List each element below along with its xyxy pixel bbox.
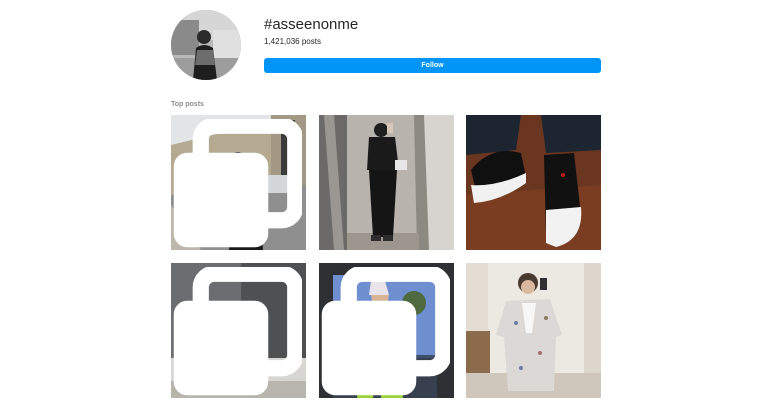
post-tile[interactable] [171, 115, 306, 250]
post-tile[interactable] [466, 115, 601, 250]
top-posts-label: Top posts [171, 101, 204, 108]
carousel-icon [321, 267, 450, 396]
post-tile[interactable] [466, 263, 601, 398]
post-image-blazer-mirror [466, 263, 601, 398]
hashtag-avatar [171, 10, 241, 80]
post-count: 1,421,036 posts [264, 37, 321, 46]
post-count-suffix: posts [301, 37, 321, 46]
follow-button[interactable]: Follow [264, 58, 601, 73]
avatar-image [171, 10, 241, 80]
post-tile[interactable] [319, 115, 454, 250]
post-count-number: 1,421,036 [264, 37, 300, 46]
post-tile[interactable] [171, 263, 306, 398]
hashtag-header: #asseenonme 1,421,036 posts Follow [171, 10, 601, 82]
post-image-mirror-selfie [319, 115, 454, 250]
carousel-icon [173, 267, 302, 396]
post-tile[interactable] [319, 263, 454, 398]
post-image-sneakers [466, 115, 601, 250]
hashtag-title: #asseenonme [264, 16, 359, 33]
carousel-icon [173, 119, 302, 248]
